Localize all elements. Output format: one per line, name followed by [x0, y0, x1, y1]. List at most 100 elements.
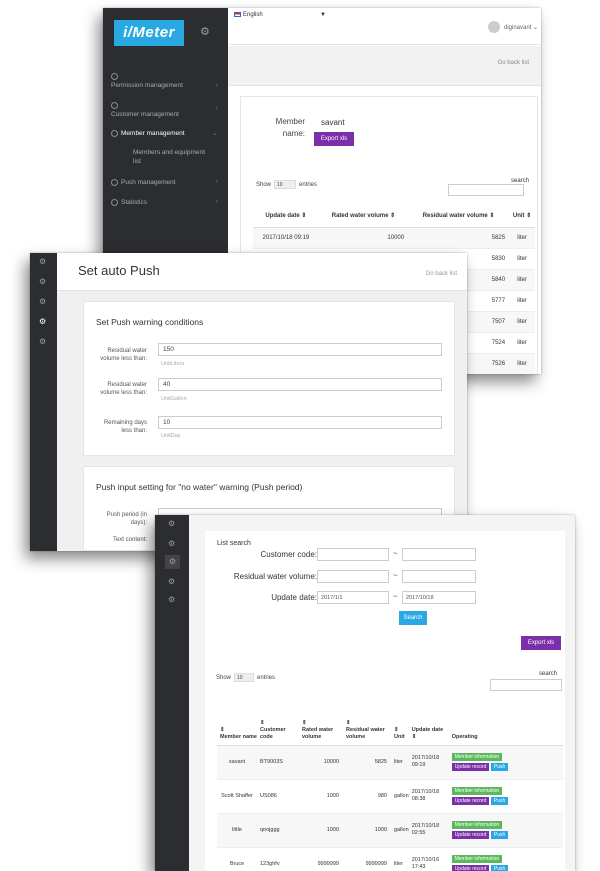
residual-volume-label: Residual water volume: [233, 572, 317, 581]
page-length-select[interactable]: 10 [274, 180, 297, 189]
residual-gallon-input[interactable]: 40 [158, 378, 442, 391]
range-separator: ~ [393, 571, 398, 580]
field-label: Text content: [112, 537, 147, 543]
column-header[interactable]: Update date ⇕ [253, 205, 319, 228]
member-info-button[interactable]: Member information [451, 855, 503, 863]
column-header[interactable]: Rated water volume ⇕ [318, 205, 409, 228]
avatar[interactable] [488, 21, 500, 33]
search-input[interactable] [448, 184, 524, 196]
customer-code-to-input[interactable] [402, 548, 476, 561]
page-length: Show 10 entries [216, 673, 276, 682]
sidebar-item-customer[interactable]: Customer management [111, 101, 179, 119]
go-back-link[interactable]: Go back list [426, 271, 457, 277]
column-header[interactable]: ⇕ Member name [217, 701, 257, 746]
gear-icon[interactable]: ⚙ [168, 595, 175, 604]
gear-icon[interactable]: ⚙ [39, 257, 46, 266]
sidebar: ⚙ ⚙ ⚙ ⚙ ⚙ [30, 253, 57, 551]
gear-icon[interactable]: ⚙ [39, 337, 46, 346]
update-date-label: Update date: [271, 593, 317, 602]
update-record-button[interactable]: Update record [451, 763, 490, 771]
list-search-title: List search [217, 540, 251, 547]
member-info-button[interactable]: Member information [451, 787, 503, 795]
gear-icon[interactable]: ⚙ [165, 555, 180, 569]
table-row: Bruce 123ghfv 9999999 9999999 liter 2017/10/1… [217, 847, 563, 871]
column-header[interactable]: Residual water volume ⇕ [408, 205, 510, 228]
go-back-link[interactable]: Go back list [498, 60, 529, 66]
chevron-right-icon: › [215, 178, 218, 185]
sidebar-item-statistics[interactable]: Statistics [121, 198, 147, 207]
gear-icon[interactable]: ⚙ [39, 297, 46, 306]
section-title: Set Push warning conditions [96, 317, 204, 327]
gear-icon[interactable]: ⚙ [39, 317, 46, 326]
gear-icon [111, 199, 118, 206]
push-button[interactable]: Push [490, 831, 509, 839]
circle-icon [111, 101, 118, 109]
member-search-window: ⚙ ⚙ ⚙ ⚙ ⚙ List search Customer code: ~ R… [155, 515, 575, 871]
sidebar-item-push[interactable]: Push management [121, 178, 176, 187]
user-menu[interactable]: diginavant ⌄ [504, 24, 538, 31]
member-table: ⇕ Member name ⇕ Customer code ⇕ Rated water… [217, 701, 563, 871]
push-button[interactable]: Push [490, 763, 509, 771]
remaining-days-input[interactable]: 10 [158, 416, 442, 429]
export-xls-button[interactable]: Export xls [314, 132, 354, 146]
column-header[interactable]: Unit ⇕ [509, 205, 535, 228]
top-bar: English ▼ diginavant ⌄ [228, 8, 541, 45]
update-record-button[interactable]: Update record [451, 831, 490, 839]
set-auto-push-window: ⚙ ⚙ ⚙ ⚙ ⚙ Set auto Push Go back list Set… [30, 253, 467, 551]
column-header[interactable]: ⇕ Customer code [257, 701, 299, 746]
gear-icon [111, 130, 118, 137]
update-record-button[interactable]: Update record [451, 865, 490, 871]
column-header[interactable]: ⇕ Rated water volume [299, 701, 343, 746]
unit-label: UnitGallon [161, 396, 187, 402]
member-info-button[interactable]: Member information [451, 753, 503, 761]
gear-icon [111, 179, 118, 186]
chevron-right-icon: › [215, 105, 218, 112]
field-label: Remaining days less than: [103, 420, 147, 434]
column-header[interactable]: ⇕ Unit [391, 701, 409, 746]
page-length-select[interactable]: 10 [234, 673, 255, 682]
column-header[interactable]: Update date ⇕ [408, 701, 449, 746]
search-button[interactable]: Search [399, 611, 427, 625]
range-separator: ~ [393, 549, 398, 558]
gear-icon[interactable]: ⚙ [168, 539, 175, 548]
sidebar-subitem-members-equipment[interactable]: Members and equipment list [133, 148, 213, 166]
field-label: Push period (in days): [106, 512, 147, 526]
update-record-button[interactable]: Update record [451, 797, 490, 805]
column-header[interactable]: Operating [448, 701, 563, 746]
unit-label: UnitDay [161, 433, 181, 439]
sidebar: ⚙ ⚙ ⚙ ⚙ ⚙ [155, 515, 189, 871]
search-input[interactable] [490, 679, 562, 691]
residual-to-input[interactable] [402, 570, 476, 583]
chevron-right-icon: › [215, 198, 218, 205]
gear-icon[interactable]: ⚙ [200, 25, 210, 38]
customer-code-from-input[interactable] [317, 548, 389, 561]
sidebar-item-permission[interactable]: Permission management [111, 72, 183, 90]
language-select[interactable]: English [234, 12, 263, 18]
caret-down-icon[interactable]: ▼ [320, 12, 326, 18]
gear-icon[interactable]: ⚙ [168, 519, 175, 528]
search-label: search [539, 671, 558, 677]
push-button[interactable]: Push [490, 797, 509, 805]
table-row: little qoojggg 1000 1000 gallon 2017/10/18 02… [217, 813, 563, 848]
residual-from-input[interactable] [317, 570, 389, 583]
date-from-input[interactable]: 2017/1/1 [317, 591, 389, 604]
circle-icon [111, 72, 118, 80]
range-separator: ~ [393, 592, 398, 601]
gear-icon[interactable]: ⚙ [39, 277, 46, 286]
imeter-logo: i/Meter [114, 20, 184, 46]
flag-icon [234, 12, 241, 17]
export-xls-button[interactable]: Export xls [521, 636, 561, 650]
gear-icon[interactable]: ⚙ [168, 577, 175, 586]
chevron-down-icon: ⌄ [212, 130, 218, 137]
column-header[interactable]: ⇕ Residual water volume [343, 701, 391, 746]
push-button[interactable]: Push [490, 865, 509, 871]
residual-liters-input[interactable]: 150 [158, 343, 442, 356]
date-to-input[interactable]: 2017/10/18 [402, 591, 476, 604]
member-name-label: Member name: [275, 117, 305, 138]
sidebar-item-member[interactable]: Member management [121, 129, 185, 138]
member-info-button[interactable]: Member information [451, 821, 503, 829]
sub-header [228, 46, 541, 86]
table-row: 2017/10/18 09:19 10000 5825 liter [253, 227, 535, 249]
section-title: Push input setting for "no water" warnin… [96, 482, 303, 492]
field-label: Residual water volume less than: [100, 348, 147, 362]
